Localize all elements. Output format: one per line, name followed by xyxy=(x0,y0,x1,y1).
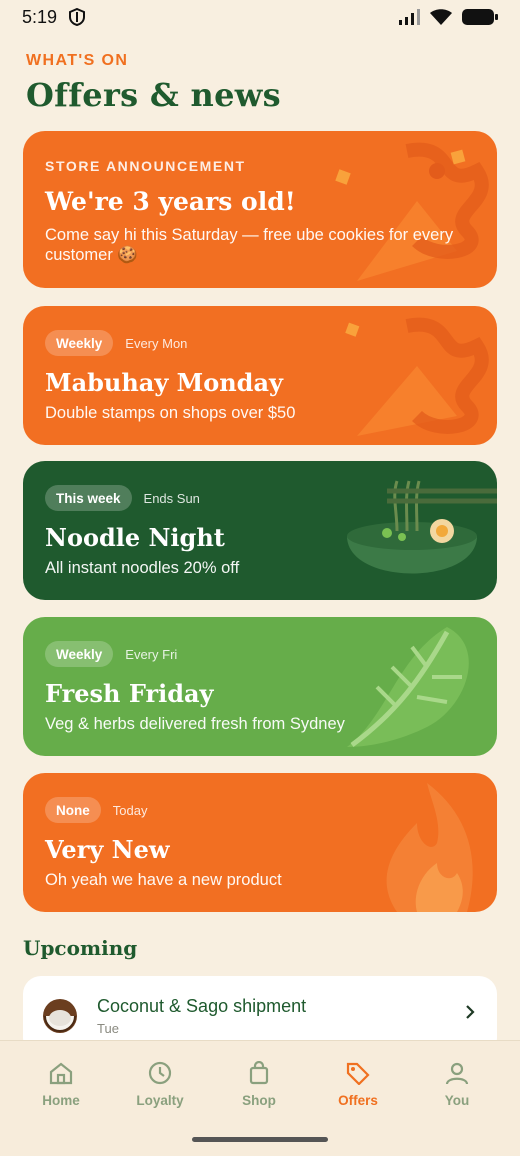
offer-card[interactable]: Weekly Every Mon Mabuhay Monday Double s… xyxy=(23,306,497,445)
offer-badge: This week xyxy=(45,485,132,511)
person-icon xyxy=(445,1062,469,1085)
nav-label: Offers xyxy=(338,1093,378,1108)
offer-schedule: Today xyxy=(112,802,148,818)
offer-title: Very New xyxy=(45,835,170,864)
home-indicator[interactable] xyxy=(192,1137,328,1142)
announcement-title: We're 3 years old! xyxy=(45,187,296,216)
offer-title: Fresh Friday xyxy=(45,679,214,708)
nav-item-home[interactable]: Home xyxy=(16,1061,106,1108)
offer-badge: Weekly xyxy=(45,641,114,667)
home-icon xyxy=(49,1062,73,1085)
nav-item-shop[interactable]: Shop xyxy=(214,1061,304,1108)
battery-icon xyxy=(462,9,498,25)
signal-icon xyxy=(399,9,420,25)
nav-label: Shop xyxy=(242,1093,276,1108)
bag-icon xyxy=(249,1061,269,1085)
nav-label: You xyxy=(444,1093,470,1108)
offer-desc: Veg & herbs delivered fresh from Sydney xyxy=(45,715,345,733)
shield-icon xyxy=(69,8,86,26)
upcoming-item-date: Tue xyxy=(97,1021,119,1036)
noodle-bowl-icon xyxy=(347,480,497,574)
announcement-desc: Come say hi this Saturday — free ube coo… xyxy=(45,226,454,264)
offer-card[interactable]: Weekly Every Fri Fresh Friday Veg & herb… xyxy=(23,617,497,756)
chevron-right-icon xyxy=(466,1005,475,1019)
party-popper-icon xyxy=(345,317,489,436)
offer-card[interactable]: None Today Very New Oh yeah we have a ne… xyxy=(23,773,497,912)
offer-badge: None xyxy=(45,797,101,823)
offer-desc: All instant noodles 20% off xyxy=(45,559,240,577)
offer-card[interactable]: This week Ends Sun Noodle Night All inst… xyxy=(23,461,497,600)
offer-title: Mabuhay Monday xyxy=(45,368,283,397)
offer-desc: Double stamps on shops over $50 xyxy=(45,404,296,422)
flame-icon xyxy=(386,783,473,912)
offer-schedule: Every Fri xyxy=(125,646,178,662)
leaf-icon xyxy=(347,627,469,748)
tag-icon xyxy=(346,1062,370,1085)
page-title: Offers & news xyxy=(26,76,281,114)
offer-title: Noodle Night xyxy=(45,523,225,552)
page-eyebrow: WHAT'S ON xyxy=(26,52,129,69)
announcement-card[interactable]: STORE ANNOUNCEMENT We're 3 years old! Co… xyxy=(23,131,497,288)
status-bar: 5:19 xyxy=(0,0,520,34)
nav-item-loyalty[interactable]: Loyalty xyxy=(115,1061,205,1108)
offer-schedule: Ends Sun xyxy=(143,490,200,506)
offer-schedule: Every Mon xyxy=(125,335,188,351)
nav-label: Home xyxy=(42,1093,80,1108)
nav-item-you[interactable]: You xyxy=(412,1061,502,1108)
coconut-icon xyxy=(43,999,77,1033)
status-time: 5:19 xyxy=(22,6,58,27)
clock-icon xyxy=(148,1061,172,1085)
upcoming-section-title: Upcoming xyxy=(23,936,138,960)
offer-badge: Weekly xyxy=(45,330,114,356)
nav-item-offers[interactable]: Offers xyxy=(313,1061,403,1108)
upcoming-item-title: Coconut & Sago shipment xyxy=(97,996,307,1016)
announcement-kicker: STORE ANNOUNCEMENT xyxy=(45,158,246,174)
offer-desc: Oh yeah we have a new product xyxy=(45,871,282,889)
nav-label: Loyalty xyxy=(136,1093,184,1108)
wifi-icon xyxy=(430,9,452,25)
